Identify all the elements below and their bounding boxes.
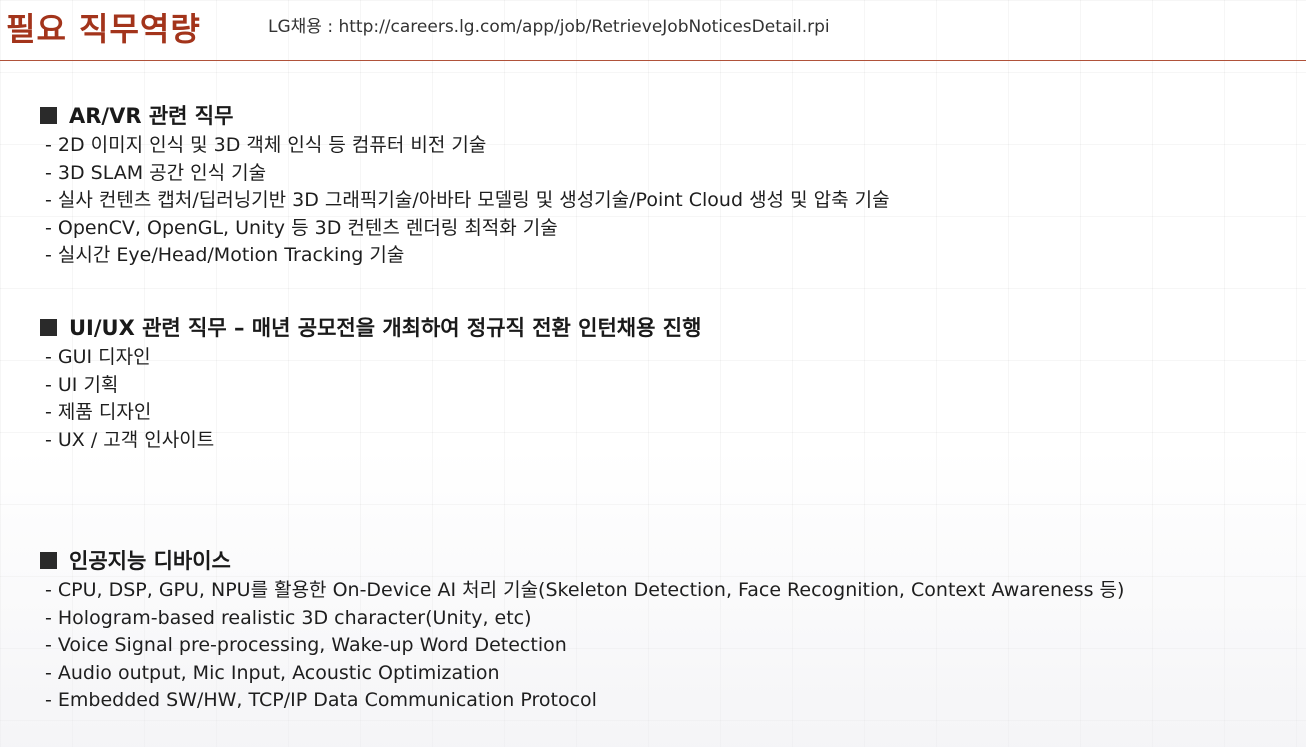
list-item: - UI 기획 [45,373,119,396]
slide-header: 필요 직무역량 LG채용 : http://careers.lg.com/app… [0,0,1306,61]
list-item: - OpenCV, OpenGL, Unity 등 3D 컨텐츠 렌더링 최적화… [45,216,558,239]
skill-list: - GUI 디자인 - UI 기획 - 제품 디자인 - UX / 고객 인사이… [40,344,1280,454]
list-item: - 실시간 Eye/Head/Motion Tracking 기술 [45,244,405,266]
section-ar-vr: AR/VR 관련 직무 - 2D 이미지 인식 및 3D 객체 인식 등 컴퓨터… [40,100,1280,270]
list-item: - 실사 컨텐츠 캡처/딥러닝기반 3D 그래픽기술/아바타 모델링 및 생성기… [45,189,890,211]
section-heading-text: UI/UX 관련 직무 – 매년 공모전을 개최하여 정규직 전환 인턴채용 진… [69,316,702,340]
skill-list: - 2D 이미지 인식 및 3D 객체 인식 등 컴퓨터 비전 기술 - 3D … [40,132,1280,270]
list-item: - UX / 고객 인사이트 [45,428,215,451]
list-item: - 3D SLAM 공간 인식 기술 [45,161,267,184]
list-item: - 2D 이미지 인식 및 3D 객체 인식 등 컴퓨터 비전 기술 [45,134,487,156]
list-item: - Embedded SW/HW, TCP/IP Data Communicat… [45,689,597,711]
section-heading: AR/VR 관련 직무 [40,100,1280,130]
list-item: - GUI 디자인 [45,346,151,368]
section-heading-text: 인공지능 디바이스 [69,549,231,573]
square-bullet-icon [40,106,57,124]
section-heading: 인공지능 디바이스 [40,545,1280,575]
list-item: - 제품 디자인 [45,401,152,423]
list-item: - Voice Signal pre-processing, Wake-up W… [45,634,567,656]
skill-list: - CPU, DSP, GPU, NPU를 활용한 On-Device AI 처… [40,577,1280,715]
section-heading-text: AR/VR 관련 직무 [69,104,234,128]
square-bullet-icon [40,551,57,569]
list-item: - CPU, DSP, GPU, NPU를 활용한 On-Device AI 처… [45,579,1125,601]
square-bullet-icon [40,318,57,336]
list-item: - Audio output, Mic Input, Acoustic Opti… [45,661,500,684]
section-heading: UI/UX 관련 직무 – 매년 공모전을 개최하여 정규직 전환 인턴채용 진… [40,312,1280,342]
list-item: - Hologram-based realistic 3D character(… [45,606,532,629]
section-ai-device: 인공지능 디바이스 - CPU, DSP, GPU, NPU를 활용한 On-D… [40,545,1280,715]
source-url-note: LG채용 : http://careers.lg.com/app/job/Ret… [268,17,830,37]
page-title: 필요 직무역량 [6,10,201,48]
section-ui-ux: UI/UX 관련 직무 – 매년 공모전을 개최하여 정규직 전환 인턴채용 진… [40,312,1280,454]
